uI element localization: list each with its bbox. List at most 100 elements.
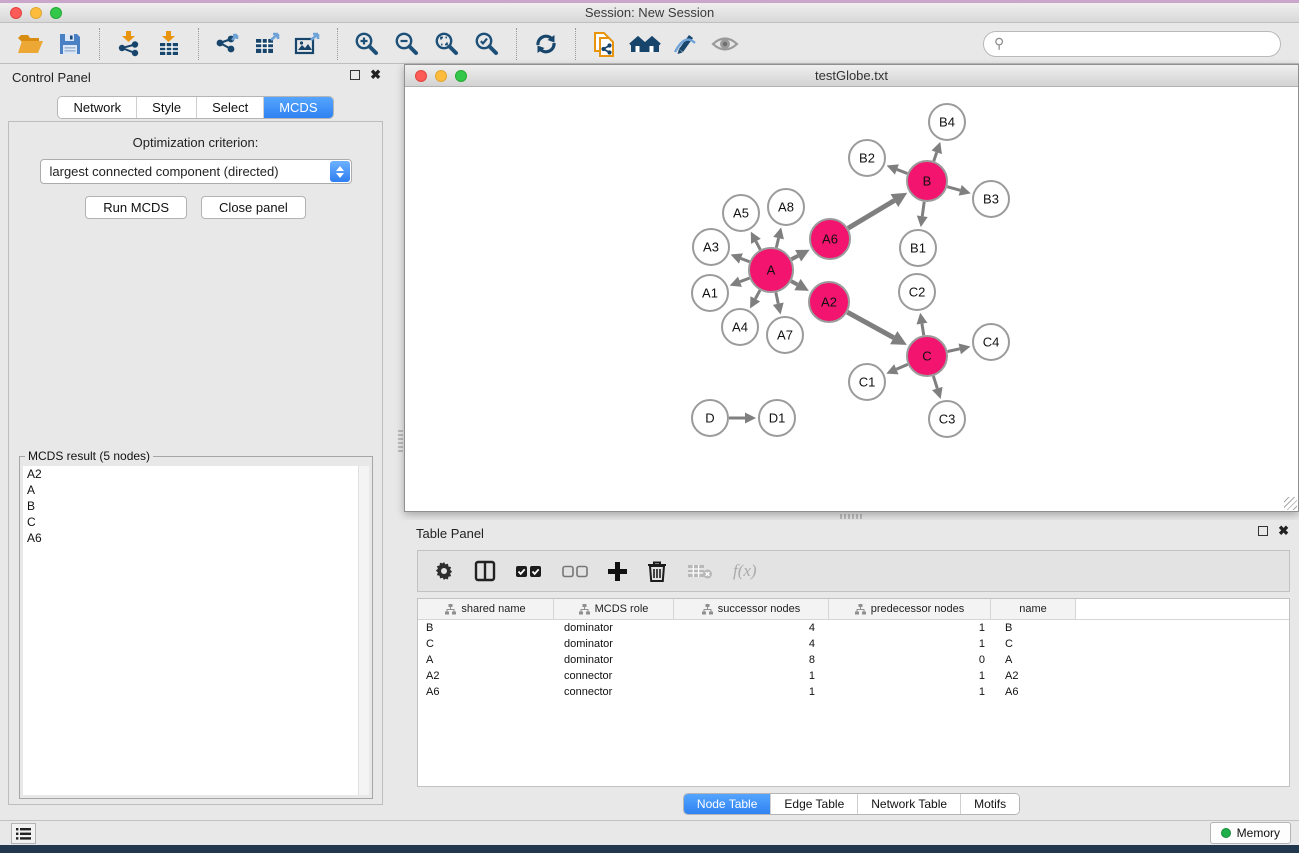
close-table-panel-icon[interactable]: ✖ <box>1278 526 1289 536</box>
table-settings-gear-button[interactable] <box>434 561 454 581</box>
refresh-button[interactable] <box>526 27 566 61</box>
table-cell[interactable]: 1 <box>674 686 829 698</box>
first-neighbors-button[interactable] <box>625 27 665 61</box>
import-table-button[interactable] <box>149 27 189 61</box>
table-cell[interactable]: A2 <box>418 670 554 682</box>
zoom-out-button[interactable] <box>387 27 427 61</box>
edge-A2-C[interactable] <box>847 312 893 338</box>
export-image-button[interactable] <box>288 27 328 61</box>
table-row[interactable]: A2connector11A2 <box>418 668 1289 684</box>
memory-button[interactable]: Memory <box>1210 822 1291 844</box>
table-row[interactable]: Bdominator41B <box>418 620 1289 636</box>
window-resize-grip[interactable] <box>1284 497 1297 510</box>
zoom-selected-button[interactable] <box>467 27 507 61</box>
table-cell[interactable]: 1 <box>829 622 991 634</box>
search-input[interactable] <box>1010 37 1270 51</box>
tab-style[interactable]: Style <box>137 97 197 118</box>
minimize-network-window-button[interactable] <box>435 70 447 82</box>
open-session-button[interactable] <box>10 27 50 61</box>
table-row[interactable]: A6connector11A6 <box>418 684 1289 700</box>
minimize-window-button[interactable] <box>30 7 42 19</box>
result-list-item[interactable]: B <box>23 498 369 514</box>
tab-edge-table[interactable]: Edge Table <box>771 794 858 814</box>
table-cell[interactable]: A6 <box>991 686 1076 698</box>
zoom-in-button[interactable] <box>347 27 387 61</box>
edge-C-C2[interactable] <box>922 324 924 336</box>
edge-A-A3[interactable] <box>741 258 750 261</box>
table-cell[interactable]: 1 <box>674 670 829 682</box>
add-column-button[interactable] <box>608 562 627 581</box>
table-cell[interactable]: B <box>991 622 1076 634</box>
table-cell[interactable]: 1 <box>829 686 991 698</box>
float-table-panel-icon[interactable] <box>1258 526 1268 536</box>
edge-C-C3[interactable] <box>933 376 937 388</box>
table-row[interactable]: Cdominator41C <box>418 636 1289 652</box>
table-cell[interactable]: 8 <box>674 654 829 666</box>
search-field[interactable]: ⚲ <box>983 31 1281 57</box>
delete-column-button[interactable] <box>647 560 667 582</box>
column-manager-button[interactable] <box>474 560 496 582</box>
close-window-button[interactable] <box>10 7 22 19</box>
table-cell[interactable]: A <box>418 654 554 666</box>
result-list-item[interactable]: C <box>23 514 369 530</box>
tab-motifs[interactable]: Motifs <box>961 794 1019 814</box>
task-history-button[interactable] <box>11 823 36 844</box>
zoom-window-button[interactable] <box>50 7 62 19</box>
split-divider-grip[interactable] <box>398 430 403 452</box>
table-cell[interactable]: C <box>991 638 1076 650</box>
tab-select[interactable]: Select <box>197 97 264 118</box>
column-header-name[interactable]: name <box>991 599 1076 619</box>
annotation-pen-button[interactable] <box>665 27 705 61</box>
tab-node-table[interactable]: Node Table <box>684 794 772 814</box>
edge-A6-B[interactable] <box>848 201 894 229</box>
zoom-network-window-button[interactable] <box>455 70 467 82</box>
edge-A-A1[interactable] <box>740 278 750 282</box>
table-cell[interactable]: dominator <box>554 622 674 634</box>
result-list-item[interactable]: A6 <box>23 530 369 546</box>
result-list-item[interactable]: A <box>23 482 369 498</box>
deselect-all-checkboxes-button[interactable] <box>562 565 588 578</box>
table-cell[interactable]: 4 <box>674 622 829 634</box>
close-panel-button[interactable]: Close panel <box>201 196 306 219</box>
zoom-fit-button[interactable] <box>427 27 467 61</box>
table-cell[interactable]: 0 <box>829 654 991 666</box>
tab-network-table[interactable]: Network Table <box>858 794 961 814</box>
edge-B-B2[interactable] <box>897 169 908 173</box>
show-hide-eye-button[interactable] <box>705 27 745 61</box>
column-header-shared-name[interactable]: shared name <box>418 599 554 619</box>
edge-B-B4[interactable] <box>934 152 937 161</box>
export-network-button[interactable] <box>208 27 248 61</box>
edge-A-A2[interactable] <box>791 281 797 284</box>
edge-A-A6[interactable] <box>791 256 798 260</box>
table-cell[interactable]: 1 <box>829 670 991 682</box>
table-cell[interactable]: A2 <box>991 670 1076 682</box>
table-cell[interactable]: connector <box>554 686 674 698</box>
edge-C-C1[interactable] <box>896 364 907 369</box>
select-all-checkboxes-button[interactable] <box>516 565 542 578</box>
criterion-dropdown[interactable]: largest connected component (directed) <box>40 159 352 184</box>
run-mcds-button[interactable]: Run MCDS <box>85 196 187 219</box>
table-cell[interactable]: 4 <box>674 638 829 650</box>
table-cell[interactable]: A6 <box>418 686 554 698</box>
network-canvas[interactable]: B4B2BB3A5A8A6A3B1AA1C2A2A4A7C4CC1C3DD1 <box>405 88 1298 511</box>
result-scrollbar[interactable] <box>358 466 369 795</box>
edge-A-A7[interactable] <box>776 292 778 303</box>
table-cell[interactable]: C <box>418 638 554 650</box>
network-graph[interactable]: B4B2BB3A5A8A6A3B1AA1C2A2A4A7C4CC1C3DD1 <box>405 88 1298 511</box>
edge-A-A8[interactable] <box>776 238 778 247</box>
tab-mcds[interactable]: MCDS <box>264 97 332 118</box>
save-session-button[interactable] <box>50 27 90 61</box>
table-row[interactable]: Adominator80A <box>418 652 1289 668</box>
new-network-from-selection-button[interactable] <box>585 27 625 61</box>
table-cell[interactable]: dominator <box>554 638 674 650</box>
table-cell[interactable]: dominator <box>554 654 674 666</box>
float-panel-icon[interactable] <box>350 70 360 80</box>
table-cell[interactable]: A <box>991 654 1076 666</box>
edge-A-A5[interactable] <box>756 241 760 249</box>
close-panel-icon[interactable]: ✖ <box>370 70 381 80</box>
column-header-MCDS-role[interactable]: MCDS role <box>554 599 674 619</box>
column-header-successor-nodes[interactable]: successor nodes <box>674 599 829 619</box>
result-list-item[interactable]: A2 <box>23 466 369 482</box>
export-table-button[interactable] <box>248 27 288 61</box>
import-network-button[interactable] <box>109 27 149 61</box>
